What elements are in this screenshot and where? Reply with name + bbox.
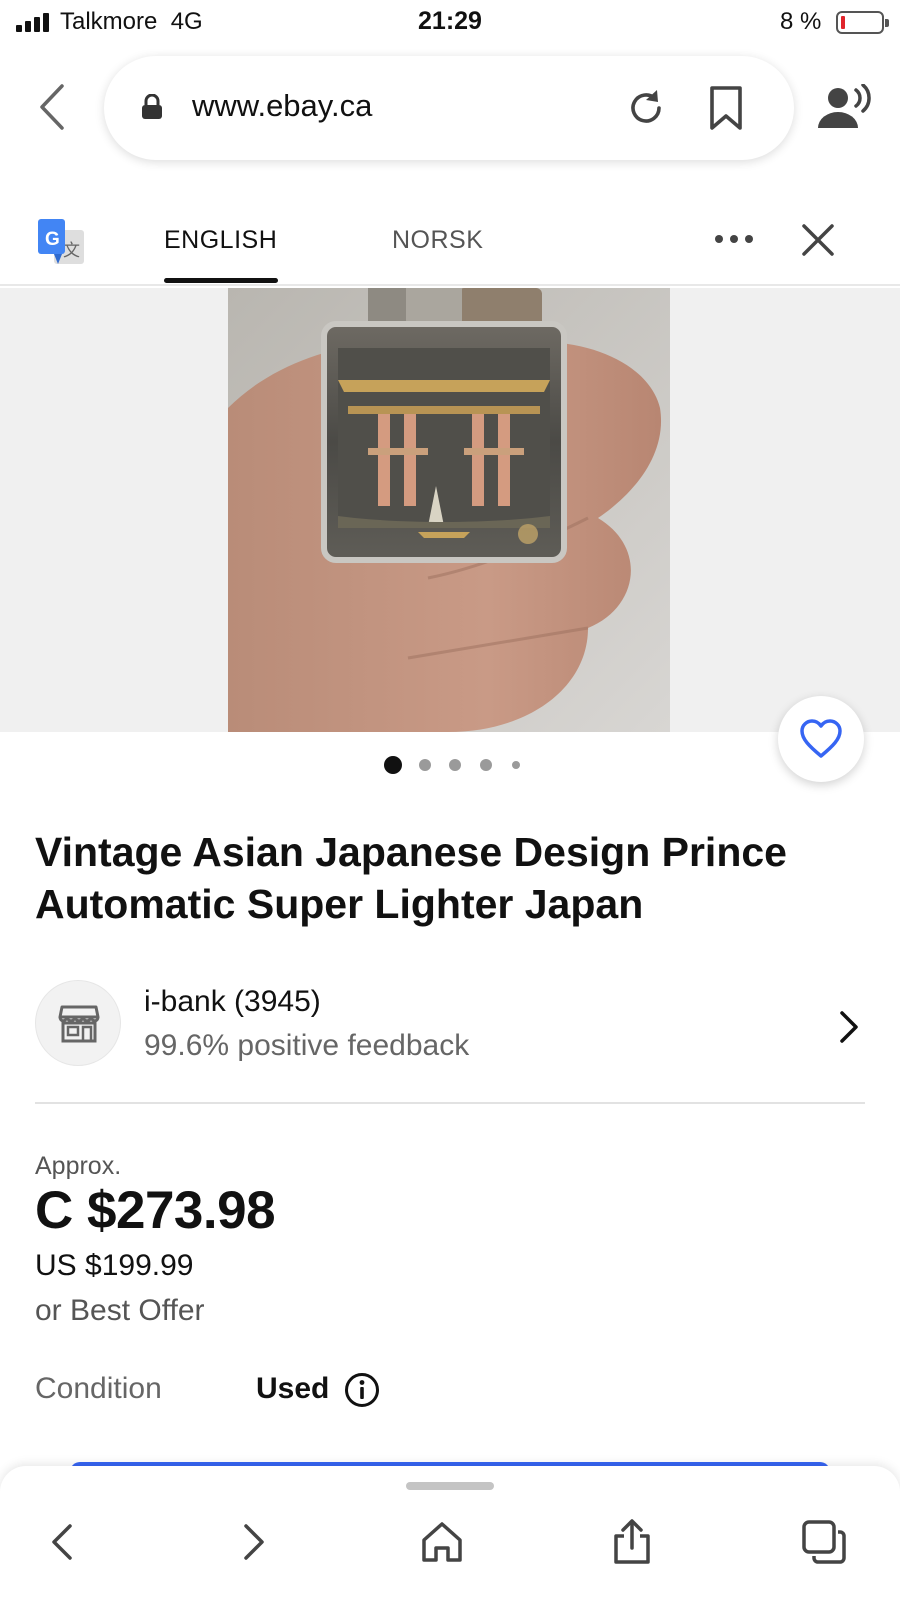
back-arrow-icon[interactable] xyxy=(34,82,74,132)
reload-icon[interactable] xyxy=(624,86,668,130)
close-icon[interactable] xyxy=(800,222,836,258)
product-photo[interactable] xyxy=(228,288,670,732)
battery-percentage: 8 % xyxy=(780,8,822,35)
page-dot[interactable] xyxy=(512,761,520,769)
tab-english[interactable]: ENGLISH xyxy=(164,226,277,255)
lock-icon xyxy=(142,94,162,119)
seller-avatar[interactable] xyxy=(35,980,121,1066)
info-icon[interactable] xyxy=(344,1372,380,1408)
battery-icon xyxy=(836,11,889,34)
url-text[interactable]: www.ebay.ca xyxy=(192,88,372,124)
clock: 21:29 xyxy=(418,7,482,35)
address-bar[interactable]: www.ebay.ca xyxy=(104,56,794,160)
translate-bar: 文 G ENGLISH NORSK xyxy=(0,198,900,286)
bookmark-icon[interactable] xyxy=(704,84,748,132)
active-tab-indicator xyxy=(164,278,278,283)
drag-handle[interactable] xyxy=(406,1482,494,1490)
approx-label: Approx. xyxy=(35,1152,122,1180)
back-icon[interactable] xyxy=(40,1518,88,1566)
google-translate-icon: 文 G xyxy=(38,219,84,264)
tab-norsk[interactable]: NORSK xyxy=(392,226,483,255)
svg-text:文: 文 xyxy=(63,241,80,261)
svg-text:G: G xyxy=(45,229,60,250)
page-dot[interactable] xyxy=(480,759,492,771)
seller-feedback: 99.6% positive feedback xyxy=(144,1029,470,1062)
more-icon[interactable] xyxy=(714,232,754,246)
condition-label: Condition xyxy=(35,1372,162,1405)
condition-value: Used xyxy=(256,1372,330,1405)
status-bar: Talkmore 4G 21:29 8 % xyxy=(0,0,900,46)
original-price: US $199.99 xyxy=(35,1249,194,1282)
store-icon xyxy=(58,1005,100,1043)
price: C $273.98 xyxy=(35,1181,276,1240)
page-dot[interactable] xyxy=(419,759,431,771)
listen-icon[interactable] xyxy=(816,84,874,134)
chevron-right-icon[interactable] xyxy=(836,1008,862,1046)
home-icon[interactable] xyxy=(418,1518,466,1566)
item-title: Vintage Asian Japanese Design Prince Aut… xyxy=(35,829,787,927)
image-gallery[interactable] xyxy=(0,288,900,732)
divider xyxy=(35,1102,865,1104)
browser-toolbar xyxy=(0,1466,900,1600)
seller-name[interactable]: i-bank (3945) xyxy=(144,985,321,1019)
best-offer-text: or Best Offer xyxy=(35,1294,205,1327)
forward-icon[interactable] xyxy=(228,1518,276,1566)
share-icon[interactable] xyxy=(608,1518,656,1566)
page-dot-active[interactable] xyxy=(384,756,402,774)
gallery-pagination xyxy=(0,756,900,776)
page-dot[interactable] xyxy=(449,759,461,771)
heart-icon xyxy=(800,719,842,758)
tabs-icon[interactable] xyxy=(800,1518,848,1566)
